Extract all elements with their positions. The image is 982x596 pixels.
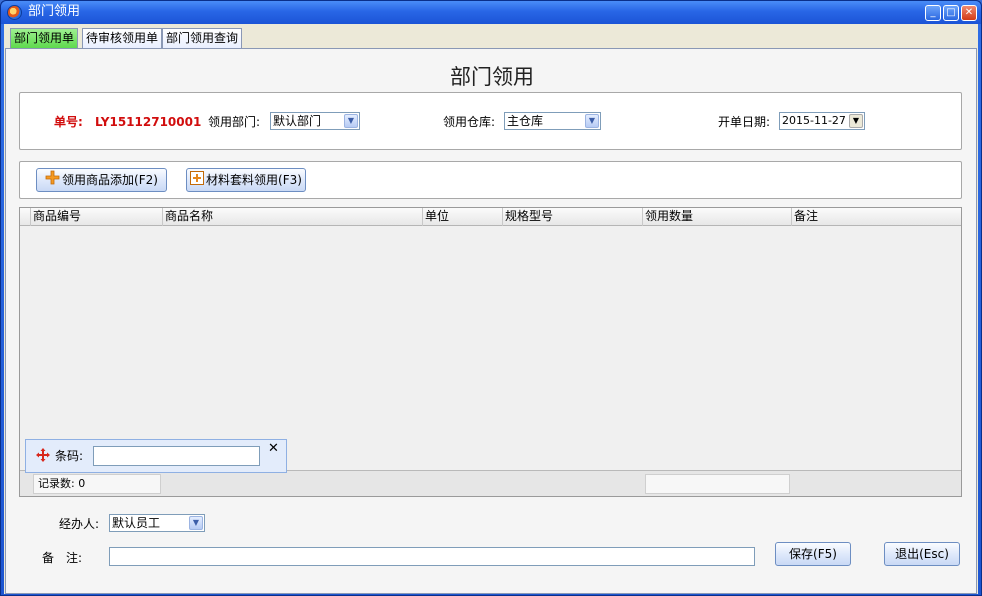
add-box-icon [190,170,205,192]
column-header[interactable]: 备注 [791,208,961,226]
remark-label: 备 注: [42,551,83,565]
table-header: 商品编号 商品名称 单位 规格型号 领用数量 备注 [20,208,961,226]
warehouse-select[interactable]: 主仓库 ▼ [504,112,601,130]
tab-requisition-query[interactable]: 部门领用查询 [162,28,243,48]
kit-requisition-label: 材料套料领用(F3) [206,173,302,187]
dept-label: 领用部门: [208,115,261,129]
handler-label: 经办人: [59,517,100,531]
exit-button[interactable]: 退出(Esc) [884,542,960,566]
date-picker-value: 2015-11-27 [782,114,846,127]
tab-dept-requisition[interactable]: 部门领用单 [10,28,79,49]
toolbar-group: 领用商品添加(F2) 材料套料领用(F3) [19,161,962,199]
tab-panel: 部门领用 单号: LY15112710001 领用部门: 默认部门 ▼ 领用仓库… [5,48,977,594]
minimize-button[interactable]: _ [925,5,941,21]
chevron-down-icon[interactable]: ▼ [585,114,599,128]
plus-icon [45,170,60,192]
quantity-total-cell [645,474,790,494]
barcode-input[interactable] [93,446,260,466]
add-goods-button[interactable]: 领用商品添加(F2) [36,168,167,192]
chevron-down-icon[interactable]: ▼ [849,114,863,128]
chevron-down-icon[interactable]: ▼ [189,516,203,530]
barcode-label: 条码: [55,449,84,463]
column-header[interactable]: 商品编号 [30,208,162,226]
app-window: 部门领用 _ □ ✕ 部门领用单 待审核领用单 部门领用查询 部门领用 单号: … [0,0,982,596]
move-icon[interactable] [36,448,50,465]
handler-select-value: 默认员工 [112,516,161,530]
chevron-down-icon[interactable]: ▼ [344,114,358,128]
window-title: 部门领用 [28,4,81,19]
title-bar[interactable]: 部门领用 _ □ ✕ [1,1,981,24]
dept-select[interactable]: 默认部门 ▼ [270,112,360,130]
kit-requisition-button[interactable]: 材料套料领用(F3) [186,168,306,192]
record-count: 记录数: 0 [33,474,161,494]
column-header[interactable]: 商品名称 [162,208,422,226]
tab-pending-review[interactable]: 待审核领用单 [82,28,163,48]
close-icon[interactable]: ✕ [268,441,279,456]
date-picker[interactable]: 2015-11-27 ▼ [779,112,865,130]
warehouse-select-value: 主仓库 [507,114,544,128]
save-button[interactable]: 保存(F5) [775,542,851,566]
table-footer: 记录数: 0 [20,470,961,496]
close-button[interactable]: ✕ [961,5,977,21]
dept-select-value: 默认部门 [273,114,322,128]
barcode-panel: 条码: ✕ [25,439,287,473]
column-header[interactable]: 规格型号 [502,208,642,226]
order-no-label: 单号: [54,115,83,129]
date-label: 开单日期: [718,115,771,129]
add-goods-label: 领用商品添加(F2) [62,173,158,187]
remark-input[interactable] [109,547,755,566]
maximize-button[interactable]: □ [943,5,959,21]
order-no-value: LY15112710001 [95,115,202,129]
column-header[interactable]: 领用数量 [642,208,791,226]
column-header[interactable]: 单位 [422,208,502,226]
header-group: 单号: LY15112710001 领用部门: 默认部门 ▼ 领用仓库: 主仓库… [19,92,962,150]
window-client: 部门领用单 待审核领用单 部门领用查询 部门领用 单号: LY151127100… [4,24,978,594]
warehouse-label: 领用仓库: [443,115,496,129]
app-icon [7,5,22,20]
handler-select[interactable]: 默认员工 ▼ [109,514,205,532]
page-title: 部门领用 [450,65,534,89]
